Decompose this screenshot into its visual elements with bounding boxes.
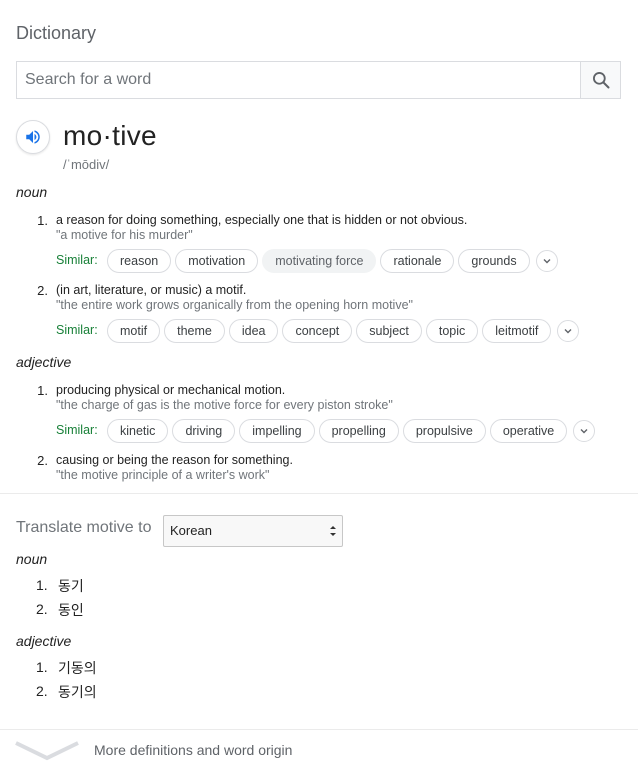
translation-number: 1.	[36, 659, 48, 675]
divider	[0, 493, 638, 494]
similar-label: Similar:	[56, 323, 98, 337]
part-of-speech-noun: noun	[16, 184, 48, 200]
similar-chip[interactable]: propulsive	[402, 419, 486, 443]
similar-chips: kinetic driving impelling propelling pro…	[107, 419, 596, 443]
similar-chip[interactable]: motivation	[175, 249, 259, 273]
similar-chip[interactable]: leitmotif	[482, 319, 552, 343]
search-box	[16, 61, 621, 99]
headword: mo·tive	[63, 120, 157, 151]
similar-chip[interactable]: topic	[425, 319, 479, 343]
definition: causing or being the reason for somethin…	[56, 453, 293, 467]
sense-number: 2.	[37, 453, 48, 468]
similar-chip[interactable]: grounds	[458, 249, 530, 273]
similar-chip[interactable]: reason	[107, 249, 172, 273]
expand-similar-button[interactable]	[573, 420, 596, 442]
language-select-value: Korean	[170, 523, 212, 538]
similar-chip[interactable]: idea	[228, 319, 279, 343]
similar-chip[interactable]: theme	[164, 319, 225, 343]
chevron-down-icon	[564, 329, 572, 334]
example: "a motive for his murder"	[56, 228, 193, 242]
translation-number: 2.	[36, 683, 48, 699]
translation-word: 동인	[58, 602, 84, 618]
similar-chip[interactable]: rationale	[380, 249, 455, 273]
sense-number: 2.	[37, 283, 48, 298]
search-button[interactable]	[580, 62, 620, 98]
similar-chip[interactable]: propelling	[318, 419, 399, 443]
expand-chevron-icon[interactable]	[14, 740, 80, 762]
expand-similar-button[interactable]	[557, 320, 580, 342]
similar-chip[interactable]: subject	[356, 319, 422, 343]
search-input[interactable]	[17, 62, 582, 98]
dictionary-title: Dictionary	[16, 23, 97, 43]
similar-chips: reason motivation motivating force ratio…	[107, 249, 558, 273]
sense-number: 1.	[37, 383, 48, 398]
example: "the charge of gas is the motive force f…	[56, 398, 393, 412]
similar-label: Similar:	[56, 253, 98, 267]
translation-word: 기동의	[58, 660, 97, 676]
translate-label: Translate motive to	[16, 519, 152, 536]
speaker-icon	[26, 130, 40, 144]
translation-number: 1.	[36, 577, 48, 593]
similar-chip[interactable]: motif	[107, 319, 161, 343]
sense-number: 1.	[37, 213, 48, 228]
similar-chips: motif theme idea concept subject topic l…	[107, 319, 580, 343]
similar-chip[interactable]: driving	[172, 419, 236, 443]
translate-pos-adjective: adjective	[16, 633, 72, 649]
translate-pos-noun: noun	[16, 551, 48, 567]
translation-number: 2.	[36, 601, 48, 617]
chevron-down-icon	[543, 259, 551, 264]
definition: producing physical or mechanical motion.	[56, 383, 286, 397]
search-icon	[592, 72, 609, 89]
similar-chip[interactable]: kinetic	[107, 419, 169, 443]
similar-chip[interactable]: motivating force	[262, 249, 377, 273]
pronunciation-audio-button[interactable]	[16, 120, 50, 154]
similar-label: Similar:	[56, 423, 98, 437]
example: "the motive principle of a writer's work…	[56, 468, 270, 482]
language-select[interactable]: Korean	[163, 515, 343, 547]
translation-word: 동기	[58, 578, 84, 594]
definition: (in art, literature, or music) a motif.	[56, 283, 247, 297]
similar-chip[interactable]: concept	[282, 319, 353, 343]
example: "the entire work grows organically from …	[56, 298, 413, 312]
translation-word: 동기의	[58, 684, 97, 700]
select-arrows-icon	[330, 526, 336, 536]
divider	[0, 729, 638, 730]
definition: a reason for doing something, especially…	[56, 213, 468, 227]
part-of-speech-adjective: adjective	[16, 354, 72, 370]
more-definitions-link[interactable]: More definitions and word origin	[94, 742, 292, 758]
similar-chip[interactable]: impelling	[239, 419, 315, 443]
expand-similar-button[interactable]	[535, 250, 558, 272]
chevron-down-icon	[580, 429, 588, 434]
similar-chip[interactable]: operative	[489, 419, 568, 443]
phonetic-spelling: /ˈmōdiv/	[63, 157, 110, 172]
